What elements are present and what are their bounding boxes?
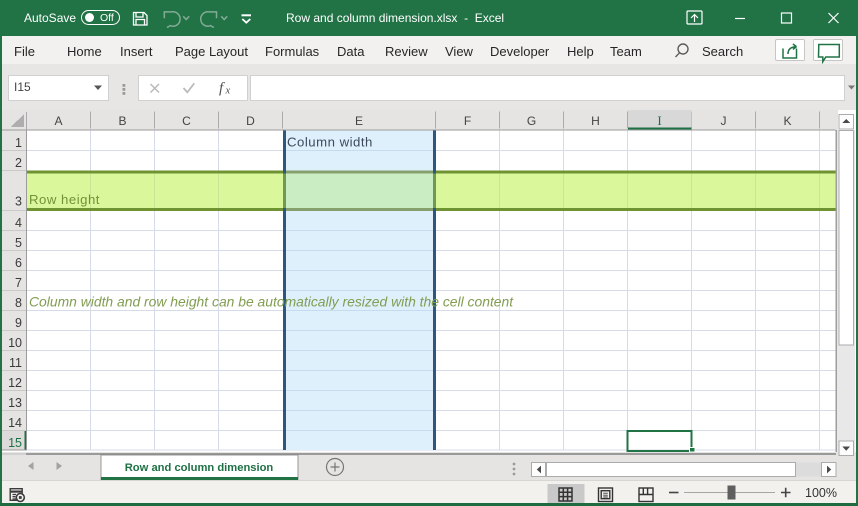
svg-text:14: 14 — [8, 416, 22, 430]
svg-text:11: 11 — [9, 356, 22, 370]
svg-text:1: 1 — [15, 136, 22, 150]
svg-text:15: 15 — [8, 436, 22, 450]
svg-text:8: 8 — [15, 296, 22, 310]
svg-text:B: B — [118, 114, 126, 128]
svg-text:A: A — [54, 114, 62, 128]
svg-text:12: 12 — [8, 376, 22, 390]
svg-text:5: 5 — [15, 236, 22, 250]
svg-text:K: K — [783, 114, 791, 128]
svg-text:D: D — [246, 114, 255, 128]
svg-text:x: x — [225, 86, 231, 97]
svg-text:6: 6 — [15, 256, 22, 270]
svg-text:9: 9 — [15, 316, 22, 330]
svg-text:10: 10 — [8, 336, 22, 350]
svg-text:100%: 100% — [805, 486, 837, 500]
svg-text:3: 3 — [15, 195, 22, 209]
svg-text:G: G — [527, 114, 536, 128]
svg-text:H: H — [591, 114, 600, 128]
svg-text:I: I — [657, 113, 661, 128]
svg-text:Column width and row height ca: Column width and row height can be autom… — [29, 294, 514, 310]
svg-text:f: f — [219, 81, 225, 97]
svg-text:Column width: Column width — [287, 135, 373, 150]
svg-text:F: F — [464, 114, 471, 128]
svg-text:Row height: Row height — [29, 192, 100, 207]
svg-text:4: 4 — [15, 216, 22, 230]
svg-text:13: 13 — [8, 396, 22, 410]
svg-text:2: 2 — [15, 156, 22, 170]
svg-text:Row and column dimension: Row and column dimension — [125, 462, 274, 474]
svg-text:E: E — [355, 114, 363, 128]
svg-text:7: 7 — [15, 276, 22, 290]
svg-text:J: J — [721, 114, 727, 128]
svg-text:C: C — [182, 114, 191, 128]
